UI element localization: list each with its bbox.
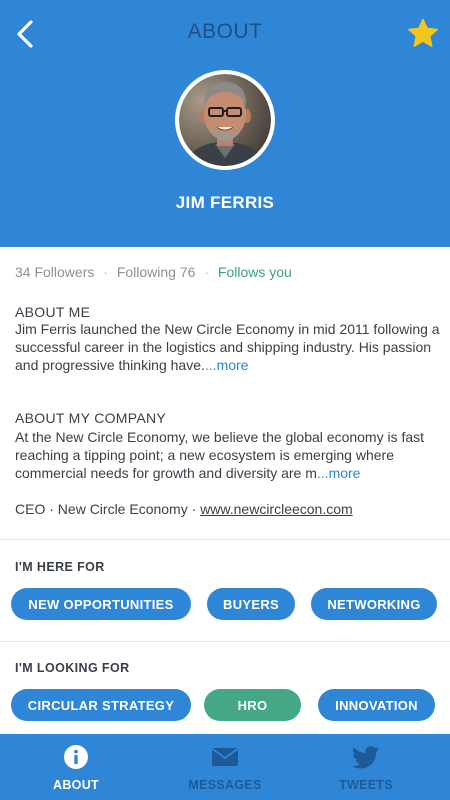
profile-name: JIM FERRIS xyxy=(175,193,275,212)
follows-you-label: Follows you xyxy=(217,264,292,280)
about-me-more-link[interactable]: ...more xyxy=(205,357,249,373)
looking-for-title: I'M LOOKING FOR xyxy=(15,661,130,675)
tab-messages[interactable]: MESSAGES xyxy=(180,734,270,800)
following-count[interactable]: Following 76 xyxy=(117,264,196,280)
info-icon xyxy=(63,744,89,770)
divider xyxy=(0,539,450,540)
here-for-title: I'M HERE FOR xyxy=(15,560,105,574)
profile-photo xyxy=(179,74,271,166)
tab-about-label: ABOUT xyxy=(53,778,99,792)
tag-buyers[interactable]: BUYERS xyxy=(207,588,295,620)
page-title: ABOUT xyxy=(187,20,263,43)
company-name: New Circle Economy xyxy=(57,501,188,517)
website-link[interactable]: www.newcircleecon.com xyxy=(200,501,353,517)
divider xyxy=(0,641,450,642)
role-line: CEO · New Circle Economy · www.newcircle… xyxy=(15,501,353,517)
separator-dot: · xyxy=(191,501,197,517)
job-title: CEO xyxy=(15,501,46,517)
tag-innovation[interactable]: INNOVATION xyxy=(318,689,435,721)
about-me-text: Jim Ferris launched the New Circle Econo… xyxy=(15,320,440,374)
about-company-text: At the New Circle Economy, we believe th… xyxy=(15,428,440,482)
tag-hro[interactable]: HRO xyxy=(204,689,301,721)
avatar[interactable] xyxy=(175,70,275,170)
bottom-tab-bar: ABOUT MESSAGES TWEETS xyxy=(0,734,450,800)
followers-count[interactable]: 34 Followers xyxy=(15,264,94,280)
twitter-bird-icon xyxy=(352,744,380,770)
tag-networking[interactable]: NETWORKING xyxy=(311,588,437,620)
separator-dot: · xyxy=(49,501,54,517)
star-icon xyxy=(408,18,438,47)
tab-tweets-label: TWEETS xyxy=(339,778,393,792)
profile-header: ABOUT JIM FERRIS xyxy=(0,0,450,247)
tab-tweets[interactable]: TWEETS xyxy=(326,734,406,800)
favorite-button[interactable] xyxy=(404,14,442,52)
tab-messages-label: MESSAGES xyxy=(188,778,262,792)
tag-circular-strategy[interactable]: CIRCULAR STRATEGY xyxy=(11,689,191,721)
envelope-icon xyxy=(211,744,239,770)
tab-about[interactable]: ABOUT xyxy=(36,734,116,800)
about-me-title: ABOUT ME xyxy=(15,304,91,320)
separator-dot: · xyxy=(204,264,209,280)
about-company-more-link[interactable]: ...more xyxy=(317,465,361,481)
about-company-body: At the New Circle Economy, we believe th… xyxy=(15,429,425,481)
tag-new-opportunities[interactable]: NEW OPPORTUNITIES xyxy=(11,588,191,620)
separator-dot: · xyxy=(103,264,108,280)
follow-stats: 34 Followers · Following 76 · Follows yo… xyxy=(15,264,292,280)
about-company-title: ABOUT MY COMPANY xyxy=(15,410,167,426)
